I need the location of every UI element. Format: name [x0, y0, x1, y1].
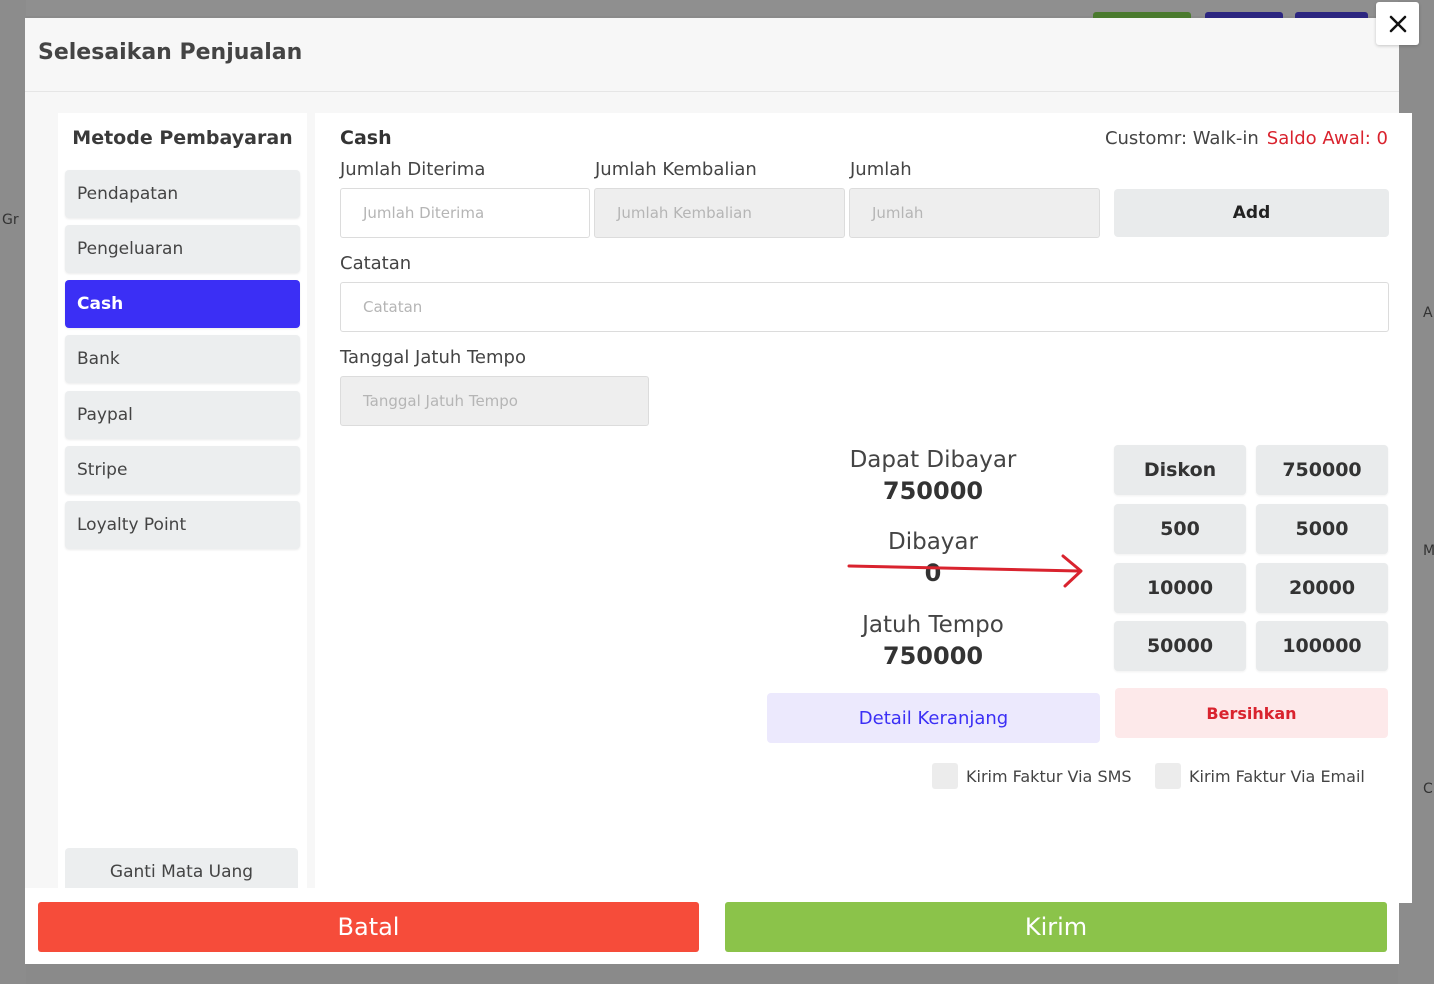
sms-invoice-label: Kirim Faktur Via SMS: [966, 766, 1132, 786]
method-pengeluaran-button[interactable]: Pengeluaran: [65, 225, 300, 273]
quick-amount-button[interactable]: 500: [1114, 504, 1246, 554]
change-amount-input[interactable]: Jumlah Kembalian: [594, 188, 845, 238]
due-value: 750000: [882, 642, 984, 670]
close-button[interactable]: [1376, 2, 1419, 45]
due-date-label: Tanggal Jatuh Tempo: [340, 347, 526, 368]
saldo-label: Saldo Awal: 0: [1266, 128, 1388, 149]
close-icon: [1389, 15, 1406, 32]
quick-amount-button[interactable]: 5000: [1256, 504, 1388, 554]
payable-label: Dapat Dibayar: [849, 447, 1017, 473]
method-pendapatan-button[interactable]: Pendapatan: [65, 170, 300, 218]
customer-info: Customr: Walk-in Saldo Awal: 0: [1105, 128, 1388, 149]
change-amount-label: Jumlah Kembalian: [595, 159, 757, 180]
cancel-button[interactable]: Batal: [38, 902, 699, 952]
complete-sale-modal: Selesaikan Penjualan Metode Pembayaran P…: [25, 18, 1412, 964]
method-cash-button[interactable]: Cash: [65, 280, 300, 328]
note-label: Catatan: [340, 253, 412, 274]
payment-method-title: Metode Pembayaran: [72, 127, 293, 149]
background-left-edge: [0, 0, 26, 984]
method-loyalty-point-button[interactable]: Loyalty Point: [65, 501, 300, 549]
quick-amount-button[interactable]: 750000: [1256, 445, 1388, 495]
method-paypal-button[interactable]: Paypal: [65, 391, 300, 439]
method-bank-button[interactable]: Bank: [65, 335, 300, 383]
section-title: Cash: [340, 127, 392, 149]
due-label: Jatuh Tempo: [862, 612, 1004, 638]
paid-label: Dibayar: [888, 529, 978, 555]
payable-value: 750000: [882, 477, 984, 505]
quick-amount-button[interactable]: 20000: [1256, 563, 1388, 613]
received-amount-input[interactable]: Jumlah Diterima: [340, 188, 590, 238]
quick-amount-button[interactable]: 100000: [1256, 621, 1388, 671]
background-letter: C: [1423, 781, 1433, 797]
cart-detail-button[interactable]: Detail Keranjang: [767, 693, 1100, 743]
modal-title: Selesaikan Penjualan: [38, 40, 303, 65]
due-date-input[interactable]: Tanggal Jatuh Tempo: [340, 376, 649, 426]
background-letter: A: [1423, 305, 1433, 321]
email-invoice-checkbox-row[interactable]: Kirim Faktur Via Email: [1155, 763, 1365, 789]
customer-label: Customr: Walk-in: [1104, 128, 1259, 149]
quick-amount-button[interactable]: 50000: [1114, 621, 1246, 671]
background-letter: M: [1423, 543, 1434, 559]
background-text: Gr: [2, 212, 19, 228]
method-stripe-button[interactable]: Stripe: [65, 446, 300, 494]
email-invoice-checkbox[interactable]: [1155, 763, 1181, 789]
note-input[interactable]: Catatan: [340, 282, 1389, 332]
red-arrow-annotation: [847, 554, 1083, 588]
quick-amount-button[interactable]: 10000: [1114, 563, 1246, 613]
clear-button[interactable]: Bersihkan: [1115, 688, 1388, 738]
payment-method-panel: Metode Pembayaran Pendapatan Pengeluaran…: [58, 113, 307, 903]
payment-form-panel: Cash Customr: Walk-in Saldo Awal: 0 Jumla…: [315, 113, 1412, 903]
amount-label: Jumlah: [850, 159, 912, 180]
add-payment-button[interactable]: Add: [1114, 189, 1389, 237]
submit-button[interactable]: Kirim: [725, 902, 1387, 952]
received-amount-label: Jumlah Diterima: [340, 159, 486, 180]
discount-button[interactable]: Diskon: [1114, 445, 1246, 495]
modal-footer: Batal Kirim: [25, 888, 1399, 964]
amount-input[interactable]: Jumlah: [849, 188, 1100, 238]
sms-invoice-checkbox[interactable]: [932, 763, 958, 789]
sms-invoice-checkbox-row[interactable]: Kirim Faktur Via SMS: [932, 763, 1132, 789]
email-invoice-label: Kirim Faktur Via Email: [1189, 766, 1365, 786]
modal-header: Selesaikan Penjualan: [25, 18, 1399, 92]
